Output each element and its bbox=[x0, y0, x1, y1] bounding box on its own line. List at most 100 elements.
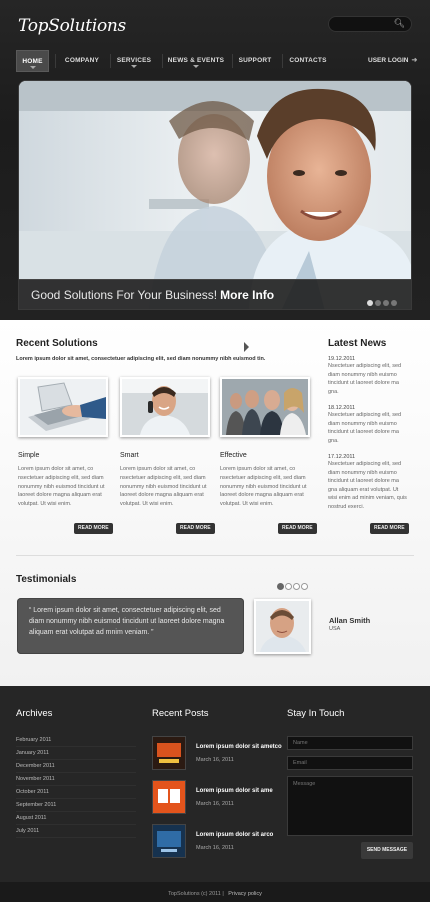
recent-post[interactable]: Lorem ipsum dolor sit ame March 16, 2011 bbox=[152, 780, 277, 816]
copyright-text: TopSolutions (c) 2011 | bbox=[168, 891, 224, 897]
post-date: March 16, 2011 bbox=[196, 757, 234, 763]
solution-title: Effective bbox=[220, 452, 247, 459]
slider-dot[interactable] bbox=[375, 300, 381, 306]
site-header: TopSolutions 🔍︎ HOME COMPANY SERVICES NE… bbox=[0, 0, 430, 320]
post-title[interactable]: Lorem ipsum dolor sit ametco bbox=[196, 744, 282, 750]
testimonial-quote: “ Lorem ipsum dolor sit amet, consectetu… bbox=[17, 598, 244, 654]
post-thumbnail[interactable] bbox=[152, 824, 186, 858]
nav-item-services[interactable]: SERVICES bbox=[112, 50, 156, 72]
archive-link[interactable]: January 2011 bbox=[16, 747, 136, 760]
slider-pagination bbox=[367, 293, 399, 309]
logo[interactable]: TopSolutions bbox=[18, 16, 126, 36]
privacy-policy-link[interactable]: Privacy policy bbox=[228, 891, 262, 897]
archive-link[interactable]: September 2011 bbox=[16, 799, 136, 812]
archives-title: Archives bbox=[16, 708, 53, 719]
login-arrow-icon: ➜ bbox=[411, 57, 418, 64]
news-read-more-button[interactable]: READ MORE bbox=[370, 523, 409, 534]
news-text[interactable]: Nsectetuer adipiscing elit, sed diam non… bbox=[328, 411, 408, 445]
stay-in-touch-title: Stay In Touch bbox=[287, 708, 345, 719]
news-item: 18.12.2011 Nsectetuer adipiscing elit, s… bbox=[328, 405, 408, 445]
avatar bbox=[254, 599, 311, 654]
nav-item-news-events[interactable]: NEWS & EVENTS bbox=[166, 50, 226, 72]
recent-solutions-title: Recent Solutions bbox=[16, 338, 98, 349]
archive-link[interactable]: October 2011 bbox=[16, 786, 136, 799]
solutions-intro: Lorem ipsum dolor sit amet, consectetuer… bbox=[16, 356, 266, 362]
solution-card: Effective Lorem ipsum dolor sit amet, co… bbox=[220, 377, 316, 509]
chevron-down-icon bbox=[131, 65, 137, 68]
post-title[interactable]: Lorem ipsum dolor sit arco bbox=[196, 832, 273, 838]
news-list: 19.12.2011 Nsectetuer adipiscing elit, s… bbox=[328, 356, 408, 520]
archive-link[interactable]: July 2011 bbox=[16, 825, 136, 838]
archive-link[interactable]: August 2011 bbox=[16, 812, 136, 825]
post-title[interactable]: Lorem ipsum dolor sit ame bbox=[196, 788, 273, 794]
recent-posts-title: Recent Posts bbox=[152, 708, 209, 719]
name-field[interactable] bbox=[287, 736, 413, 750]
quote-pointer bbox=[244, 342, 249, 352]
testimonial-dot[interactable] bbox=[285, 583, 292, 590]
news-text[interactable]: Nsectetuer adipiscing elit, sed diam non… bbox=[328, 460, 408, 511]
chevron-down-icon bbox=[193, 65, 199, 68]
news-item: 19.12.2011 Nsectetuer adipiscing elit, s… bbox=[328, 356, 408, 396]
nav-item-contacts[interactable]: CONTACTS bbox=[286, 50, 330, 72]
phone-man-image[interactable] bbox=[120, 377, 210, 437]
slider-caption: Good Solutions For Your Business! More In… bbox=[19, 279, 411, 309]
more-info-link[interactable]: More Info bbox=[220, 288, 274, 302]
read-more-button[interactable]: READ MORE bbox=[278, 523, 317, 534]
chevron-down-icon bbox=[29, 66, 36, 69]
solution-text: Lorem ipsum dolor sit amet, co nsectetue… bbox=[220, 466, 307, 508]
testimonial-country: USA bbox=[329, 626, 341, 632]
solution-card: Simple Lorem ipsum dolor sit amet, co ns… bbox=[18, 377, 114, 509]
nav-item-support[interactable]: SUPPORT bbox=[236, 50, 274, 72]
latest-news-title: Latest News bbox=[328, 338, 387, 349]
slider-dot[interactable] bbox=[391, 300, 397, 306]
recent-post[interactable]: Lorem ipsum dolor sit arco March 16, 201… bbox=[152, 824, 277, 860]
news-item: 17.12.2011 Nsectetuer adipiscing elit, s… bbox=[328, 454, 408, 511]
user-login-link[interactable]: USER LOGIN ➜ bbox=[368, 56, 417, 64]
caption-text: Good Solutions For Your Business! More In… bbox=[31, 288, 275, 302]
archive-link[interactable]: February 2011 bbox=[16, 734, 136, 747]
message-field[interactable] bbox=[287, 776, 413, 836]
nav-item-company[interactable]: COMPANY bbox=[58, 50, 106, 72]
laptop-image[interactable] bbox=[18, 377, 108, 437]
send-message-button[interactable]: SEND MESSAGE bbox=[361, 842, 413, 859]
email-field[interactable] bbox=[287, 756, 413, 770]
testimonial-dot[interactable] bbox=[301, 583, 308, 590]
testimonial-dot[interactable] bbox=[293, 583, 300, 590]
slider-dot[interactable] bbox=[367, 300, 373, 306]
nav-item-home[interactable]: HOME bbox=[16, 50, 49, 72]
hero-slider[interactable]: Good Solutions For Your Business! More In… bbox=[18, 80, 412, 310]
hero-image bbox=[19, 81, 411, 309]
slider-dot[interactable] bbox=[383, 300, 389, 306]
archive-link[interactable]: December 2011 bbox=[16, 760, 136, 773]
nav-separator bbox=[55, 54, 56, 68]
news-text[interactable]: Nsectetuer adipiscing elit, sed diam non… bbox=[328, 362, 408, 396]
post-thumbnail[interactable] bbox=[152, 780, 186, 814]
divider bbox=[16, 555, 414, 556]
solution-card: Smart Lorem ipsum dolor sit amet, co nse… bbox=[120, 377, 216, 509]
post-date: March 16, 2011 bbox=[196, 845, 234, 851]
archive-link[interactable]: November 2011 bbox=[16, 773, 136, 786]
archives-list: February 2011 January 2011 December 2011… bbox=[16, 734, 136, 838]
nav-separator bbox=[232, 54, 233, 68]
testimonial-name: Allan Smith bbox=[329, 616, 371, 625]
search-icon[interactable]: 🔍︎ bbox=[394, 18, 405, 29]
nav-separator bbox=[282, 54, 283, 68]
main-nav: HOME COMPANY SERVICES NEWS & EVENTS SUPP… bbox=[16, 50, 414, 72]
testimonials-pagination bbox=[277, 577, 309, 595]
nav-separator bbox=[162, 54, 163, 68]
post-thumbnail[interactable] bbox=[152, 736, 186, 770]
testimonials-title: Testimonials bbox=[16, 574, 77, 585]
recent-post[interactable]: Lorem ipsum dolor sit ametco March 16, 2… bbox=[152, 736, 282, 772]
team-image[interactable] bbox=[220, 377, 310, 437]
solution-text: Lorem ipsum dolor sit amet, co nsectetue… bbox=[120, 466, 207, 508]
read-more-button[interactable]: READ MORE bbox=[74, 523, 113, 534]
solution-text: Lorem ipsum dolor sit amet, co nsectetue… bbox=[18, 466, 105, 508]
read-more-button[interactable]: READ MORE bbox=[176, 523, 215, 534]
bottom-bar: TopSolutions (c) 2011 | Privacy policy bbox=[0, 882, 430, 902]
nav-separator bbox=[110, 54, 111, 68]
footer: Archives February 2011 January 2011 Dece… bbox=[0, 686, 430, 882]
solution-title: Simple bbox=[18, 452, 40, 459]
testimonial-dot[interactable] bbox=[277, 583, 284, 590]
solution-title: Smart bbox=[120, 452, 139, 459]
search-input[interactable]: 🔍︎ bbox=[328, 16, 412, 32]
